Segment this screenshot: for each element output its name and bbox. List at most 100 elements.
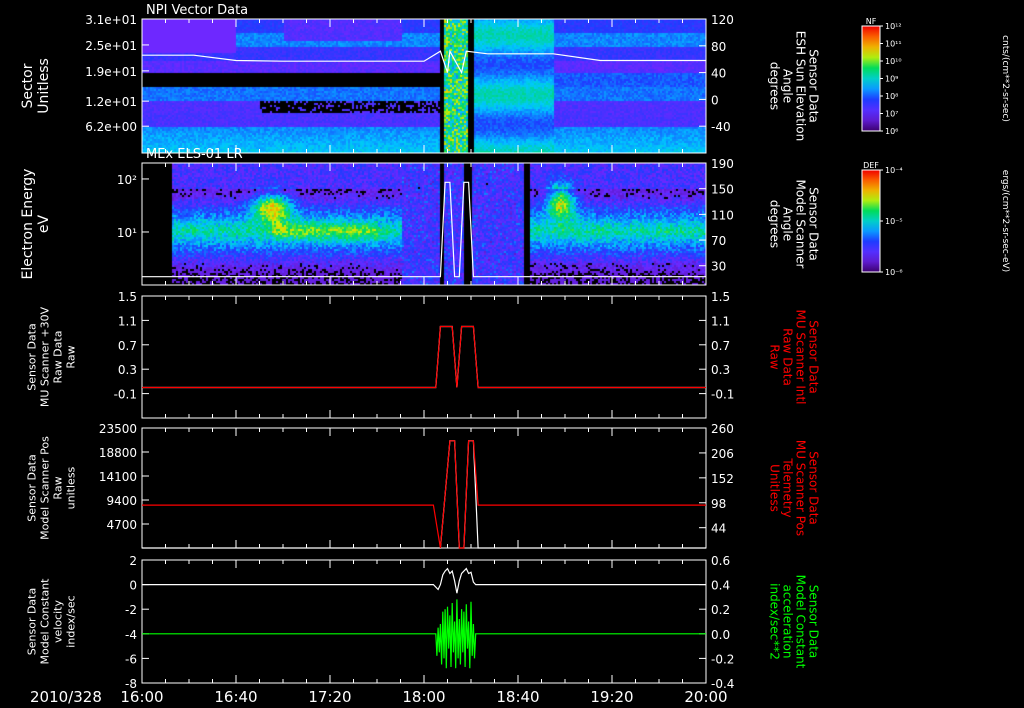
y2-axis-label: degrees <box>768 200 782 248</box>
y2-axis-label: index/sec**2 <box>768 583 782 660</box>
colorbar-tick-label: 10⁹ <box>885 75 898 84</box>
colorbar-npi <box>861 25 881 132</box>
y2-tick-label: -40 <box>711 120 731 134</box>
y-axis-label: Sensor Data <box>26 588 39 655</box>
y-axis-label: MU Scanner +30V <box>39 306 52 407</box>
y2-tick-label: 0.4 <box>711 579 730 593</box>
colorbar-title: NF <box>866 17 877 26</box>
y2-axis-label: Telemetry <box>781 457 795 517</box>
x-tick-label: 16:40 <box>214 688 257 706</box>
y2-tick-label: 1.5 <box>711 290 730 304</box>
y-tick-label: 1.2e+01 <box>85 95 137 109</box>
x-tick-label: 20:00 <box>684 688 727 706</box>
x-tick-label: 16:00 <box>120 688 163 706</box>
panel-title: NPI Vector Data <box>146 3 248 18</box>
y2-axis-label: degrees <box>768 62 782 110</box>
y-tick-label: 14100 <box>99 470 137 484</box>
y2-axis-label: Angle <box>781 69 795 103</box>
y-tick-label: 6.2e+00 <box>85 120 137 134</box>
y2-tick-label: 120 <box>711 13 734 27</box>
y-axis-label: velocity <box>52 600 65 643</box>
y2-tick-label: 110 <box>711 208 734 222</box>
y-tick-label: 23500 <box>99 422 137 436</box>
y2-axis-label: Angle <box>781 207 795 241</box>
y-axis-label: eV <box>36 214 52 233</box>
x-tick-label: 18:40 <box>496 688 539 706</box>
y-tick-label: -0.1 <box>114 388 137 402</box>
y-tick-label: 1.9e+01 <box>85 65 137 79</box>
y-axis-label: Sector <box>20 63 36 108</box>
y-tick-label: 0 <box>129 579 137 593</box>
y2-tick-label: 0.0 <box>711 628 730 642</box>
y2-tick-label: 206 <box>711 447 734 461</box>
npi-spectrogram-image <box>142 19 706 153</box>
y-axis-label: Unitless <box>36 58 52 114</box>
y-tick-label: 4700 <box>106 518 137 532</box>
y-axis-label: unitless <box>65 466 78 509</box>
y-tick-label: -4 <box>125 628 137 642</box>
y2-axis-label: Sensor Data <box>807 187 821 261</box>
colorbar-els <box>861 169 881 273</box>
y2-tick-label: 0.3 <box>711 363 730 377</box>
colorbar-tick-label: 10⁻⁵ <box>885 217 903 226</box>
y2-tick-label: 0.7 <box>711 339 730 353</box>
colorbar-tick-label: 10⁻⁶ <box>885 268 903 277</box>
els-spectrogram-image <box>142 163 706 285</box>
x-tick-label: 19:20 <box>590 688 633 706</box>
y-tick-label: 0.7 <box>118 339 137 353</box>
y-axis-label: Model Scanner Pos <box>39 436 52 540</box>
y-axis-label: Electron Energy <box>20 169 36 280</box>
y2-axis-label: Model Scanner <box>794 180 808 269</box>
date-label: 2010/328 <box>30 688 102 706</box>
y2-tick-label: 150 <box>711 183 734 197</box>
colorbar-units-label: cnts/(cm**2-sr-sec) <box>1000 35 1010 122</box>
colorbar-tick-label: 10⁶ <box>885 127 898 136</box>
y2-axis-label: ESH Sun Elevation <box>794 31 808 141</box>
y2-tick-label: 0 <box>711 93 719 107</box>
colorbar-title: DEF <box>863 161 879 170</box>
colorbar-tick-label: 10⁻⁴ <box>885 166 903 175</box>
y2-axis-label: Raw Data <box>781 328 795 386</box>
y-tick-label: 0.3 <box>118 363 137 377</box>
y-tick-label: -6 <box>125 652 137 666</box>
panel-title: MEx ELS-01 LR <box>146 147 243 162</box>
y2-tick-label: 190 <box>711 157 734 171</box>
y-tick-label: 18800 <box>99 446 137 460</box>
y-axis-label: Raw <box>52 476 65 499</box>
y2-tick-label: 0.6 <box>711 554 730 568</box>
y2-axis-label: Sensor Data <box>807 320 821 394</box>
y2-axis-label: Sensor Data <box>807 451 821 525</box>
y-axis-label: Sensor Data <box>26 323 39 390</box>
y2-tick-label: 80 <box>711 40 726 54</box>
y2-tick-label: 0.2 <box>711 603 730 617</box>
y2-tick-label: 1.1 <box>711 314 730 328</box>
y2-tick-label: 44 <box>711 522 726 536</box>
colorbar-tick-label: 10⁷ <box>885 110 898 119</box>
colorbar-units-label: ergs/(cm**2-sr-sec-eV) <box>1000 170 1010 272</box>
y-tick-label: 3.1e+01 <box>85 13 137 27</box>
x-tick-label: 17:20 <box>308 688 351 706</box>
y2-axis-label: MU Scanner Pos <box>794 440 808 536</box>
y2-tick-label: 70 <box>711 234 726 248</box>
y2-tick-label: -0.2 <box>711 652 734 666</box>
y2-axis-label: Sensor Data <box>807 585 821 659</box>
y2-tick-label: 40 <box>711 67 726 81</box>
y2-axis-label: acceleration <box>781 585 795 659</box>
y2-axis-label: Model Constant <box>794 575 808 669</box>
y2-axis-label: Sensor Data <box>807 49 821 123</box>
y2-axis-label: Unitless <box>768 464 782 512</box>
y-tick-label: 10² <box>117 173 137 187</box>
colorbar-tick-label: 10¹² <box>885 22 902 31</box>
y-axis-label: Raw <box>65 345 78 368</box>
y-tick-label: 2 <box>129 554 137 568</box>
y-axis-label: Sensor Data <box>26 454 39 521</box>
y-axis-label: Model Constant <box>39 578 52 665</box>
y2-tick-label: 152 <box>711 472 734 486</box>
y-tick-label: 9400 <box>106 494 137 508</box>
y-tick-label: 1.5 <box>118 290 137 304</box>
y2-tick-label: 260 <box>711 422 734 436</box>
y-tick-label: 1.1 <box>118 314 137 328</box>
y-axis-label: Raw Data <box>52 331 65 384</box>
colorbar-tick-label: 10¹¹ <box>885 40 902 49</box>
x-tick-label: 18:00 <box>402 688 445 706</box>
